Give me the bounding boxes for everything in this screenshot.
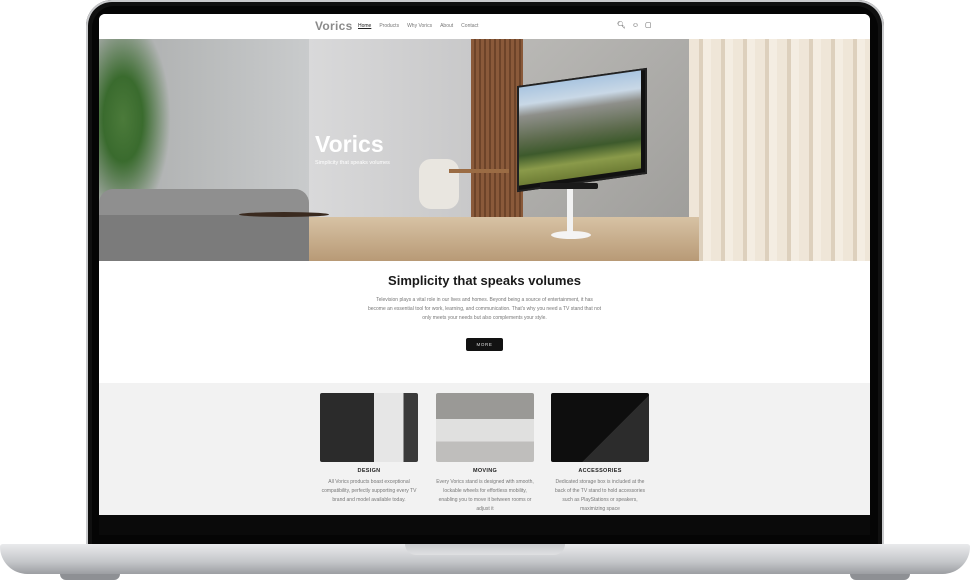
feature-image-moving bbox=[436, 393, 534, 462]
search-icon[interactable]: 🔍︎ bbox=[617, 22, 626, 30]
feature-title: MOVING bbox=[472, 468, 498, 474]
feature-title: DESIGN bbox=[357, 468, 381, 474]
hero-wood-slats bbox=[471, 39, 523, 229]
nav-about[interactable]: About bbox=[440, 23, 453, 29]
laptop-screen: Vorics Home Products Why Vorics About Co… bbox=[99, 14, 870, 515]
hero-subtitle: Simplicity that speaks volumes bbox=[315, 160, 390, 166]
site-logo[interactable]: Vorics bbox=[315, 19, 353, 33]
site-header: Vorics Home Products Why Vorics About Co… bbox=[99, 14, 870, 40]
hero-tv-picture bbox=[519, 70, 641, 186]
feature-text: Dedicated storage box is included at the… bbox=[555, 479, 645, 512]
hero-desk bbox=[449, 169, 509, 173]
hero-banner: Vorics Simplicity that speaks volumes bbox=[99, 39, 870, 261]
features-section: DESIGN All Vorics products boast excepti… bbox=[99, 383, 870, 515]
hero-sofa-seat bbox=[99, 215, 309, 261]
intro-text: Television plays a vital role in our liv… bbox=[367, 297, 602, 321]
header-icons: 🔍︎ ☺ ▢ bbox=[617, 22, 652, 30]
hero-curtain bbox=[689, 39, 870, 261]
laptop-chin bbox=[99, 515, 870, 535]
hero-stand-pole bbox=[567, 189, 573, 234]
more-button[interactable]: MORE bbox=[466, 338, 503, 351]
main-nav: Home Products Why Vorics About Contact bbox=[358, 23, 478, 29]
feature-text: All Vorics products boast exceptional co… bbox=[321, 479, 417, 503]
feature-text: Every Vorics stand is designed with smoo… bbox=[436, 479, 534, 512]
feature-card-moving: MOVING Every Vorics stand is designed wi… bbox=[436, 393, 534, 514]
nav-why-vorics[interactable]: Why Vorics bbox=[407, 23, 432, 29]
hero-chair bbox=[419, 159, 459, 209]
hero-coffee-table bbox=[239, 212, 329, 217]
nav-contact[interactable]: Contact bbox=[461, 23, 478, 29]
nav-home[interactable]: Home bbox=[358, 23, 371, 29]
feature-card-design: DESIGN All Vorics products boast excepti… bbox=[320, 393, 418, 505]
feature-image-design bbox=[320, 393, 418, 462]
cart-icon[interactable]: ▢ bbox=[645, 22, 652, 30]
nav-products[interactable]: Products bbox=[379, 23, 399, 29]
account-icon[interactable]: ☺ bbox=[632, 22, 639, 30]
feature-card-accessories: ACCESSORIES Dedicated storage box is inc… bbox=[551, 393, 649, 514]
feature-image-accessories bbox=[551, 393, 649, 462]
laptop-foot-right bbox=[850, 574, 910, 580]
intro-heading: Simplicity that speaks volumes bbox=[388, 273, 581, 288]
hero-stand-base bbox=[551, 231, 591, 239]
laptop-foot-left bbox=[60, 574, 120, 580]
laptop-opening-notch bbox=[405, 544, 565, 555]
feature-title: ACCESSORIES bbox=[578, 468, 622, 474]
hero-title: Vorics bbox=[315, 131, 384, 157]
